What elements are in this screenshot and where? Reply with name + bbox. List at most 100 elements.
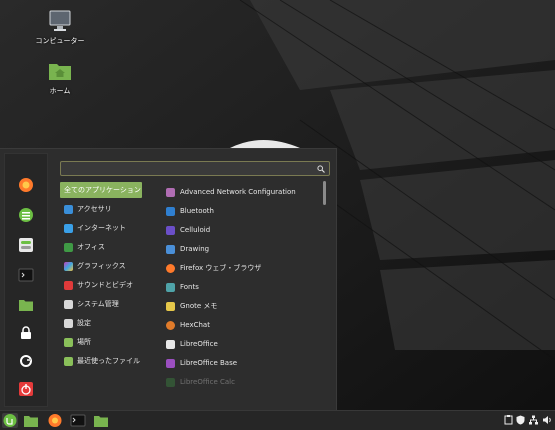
app-label: LibreOffice <box>180 340 218 348</box>
category-accessories[interactable]: アクセサリ <box>60 201 142 217</box>
libreoffice-calc-icon <box>166 377 175 387</box>
preferences-icon <box>64 318 73 328</box>
app-libreoffice-base[interactable]: LibreOffice Base <box>166 355 326 371</box>
libreoffice-icon <box>166 339 175 349</box>
category-label: サウンドとビデオ <box>77 281 133 289</box>
folder-icon <box>24 416 38 427</box>
search-icon <box>317 165 325 173</box>
settings-toggle-icon <box>19 238 33 252</box>
power-icon <box>19 382 33 396</box>
panel-launcher-firefox[interactable] <box>47 413 63 428</box>
home-folder-icon <box>49 64 71 80</box>
favorite-lock[interactable] <box>17 324 35 342</box>
desktop-icon-label: ホーム <box>49 87 71 95</box>
category-recent-files[interactable]: 最近使ったファイル <box>60 353 142 369</box>
computer-icon <box>49 10 71 31</box>
panel-launcher-files[interactable] <box>93 413 109 428</box>
app-label: Gnote メモ <box>180 302 218 310</box>
category-label: 全てのアプリケーション <box>64 186 141 194</box>
gnote-icon <box>166 301 175 311</box>
search-input[interactable] <box>65 163 315 174</box>
favorite-terminal[interactable] <box>17 266 35 284</box>
app-label: Celluloid <box>180 226 211 234</box>
accessories-icon <box>64 204 73 214</box>
category-system-administration[interactable]: システム管理 <box>60 296 142 312</box>
menu-button[interactable] <box>2 413 18 428</box>
app-hexchat[interactable]: HexChat <box>166 317 326 333</box>
panel-launcher-folder[interactable] <box>23 413 39 428</box>
category-label: インターネット <box>77 224 126 232</box>
terminal-icon <box>18 268 34 282</box>
graphics-icon <box>64 261 73 271</box>
office-icon <box>64 242 73 252</box>
app-bluetooth[interactable]: Bluetooth <box>166 203 326 219</box>
volume-icon[interactable] <box>542 415 552 425</box>
app-libreoffice[interactable]: LibreOffice <box>166 336 326 352</box>
app-celluloid[interactable]: Celluloid <box>166 222 326 238</box>
app-firefox[interactable]: Firefox ウェブ・ブラウザ <box>166 260 326 276</box>
desktop-icon-computer[interactable]: コンピューター <box>25 10 95 46</box>
category-label: アクセサリ <box>77 205 112 213</box>
system-admin-icon <box>64 299 73 309</box>
category-sound-video[interactable]: サウンドとビデオ <box>60 277 142 293</box>
application-menu: 全てのアプリケーション アクセサリ インターネット オフィス グラフィックス サ… <box>0 148 337 411</box>
recent-files-folder-icon <box>64 356 73 366</box>
firefox-icon <box>48 414 62 427</box>
app-label: LibreOffice Calc <box>180 378 235 386</box>
favorite-settings[interactable] <box>17 236 35 254</box>
category-label: オフィス <box>77 243 105 251</box>
desktop-icon-home[interactable]: ホーム <box>25 60 95 96</box>
firefox-icon <box>19 178 33 192</box>
panel-launcher-terminal[interactable] <box>70 413 86 428</box>
category-label: 設定 <box>77 319 91 327</box>
desktop-icon-label: コンピューター <box>35 37 85 45</box>
category-preferences[interactable]: 設定 <box>60 315 142 331</box>
network-icon[interactable] <box>529 415 538 425</box>
menu-search-box[interactable] <box>60 161 330 176</box>
app-libreoffice-calc[interactable]: LibreOffice Calc <box>166 374 326 390</box>
sound-video-icon <box>64 280 73 290</box>
bottom-panel <box>0 410 555 430</box>
app-fonts[interactable]: Fonts <box>166 279 326 295</box>
app-drawing[interactable]: Drawing <box>166 241 326 257</box>
category-graphics[interactable]: グラフィックス <box>60 258 142 274</box>
hexchat-icon <box>166 320 175 330</box>
category-places[interactable]: 場所 <box>60 334 142 350</box>
bluetooth-icon <box>166 206 175 216</box>
clipboard-icon[interactable] <box>504 415 513 425</box>
app-label: HexChat <box>180 321 210 329</box>
places-folder-icon <box>64 337 73 347</box>
favorite-files[interactable] <box>17 296 35 314</box>
folder-icon <box>19 300 33 311</box>
favorite-firefox[interactable] <box>17 176 35 194</box>
app-advanced-network-configuration[interactable]: Advanced Network Configuration <box>166 184 326 200</box>
app-label: Bluetooth <box>180 207 214 215</box>
software-manager-icon <box>19 208 33 222</box>
category-office[interactable]: オフィス <box>60 239 142 255</box>
favorite-shutdown[interactable] <box>17 380 35 398</box>
apps-scrollbar[interactable] <box>323 181 326 205</box>
favorite-logout[interactable] <box>17 352 35 370</box>
logout-icon <box>20 355 32 367</box>
favorites-sidebar <box>4 153 48 407</box>
internet-icon <box>64 223 73 233</box>
app-label: Fonts <box>180 283 199 291</box>
network-config-icon <box>166 187 175 197</box>
shield-icon[interactable] <box>516 415 525 425</box>
app-label: Drawing <box>180 245 210 253</box>
folder-icon <box>94 416 108 427</box>
mint-menu-icon <box>3 414 17 427</box>
lock-icon <box>21 326 31 339</box>
drawing-icon <box>166 244 175 254</box>
app-label: LibreOffice Base <box>180 359 238 367</box>
category-label: システム管理 <box>77 300 119 308</box>
category-label: 最近使ったファイル <box>77 357 140 365</box>
app-label: Advanced Network Configuration <box>180 188 296 196</box>
celluloid-icon <box>166 225 175 235</box>
category-all-applications[interactable]: 全てのアプリケーション <box>60 182 142 198</box>
app-gnote[interactable]: Gnote メモ <box>166 298 326 314</box>
terminal-icon <box>70 414 86 427</box>
category-label: グラフィックス <box>77 262 126 270</box>
category-internet[interactable]: インターネット <box>60 220 142 236</box>
favorite-software-manager[interactable] <box>17 206 35 224</box>
